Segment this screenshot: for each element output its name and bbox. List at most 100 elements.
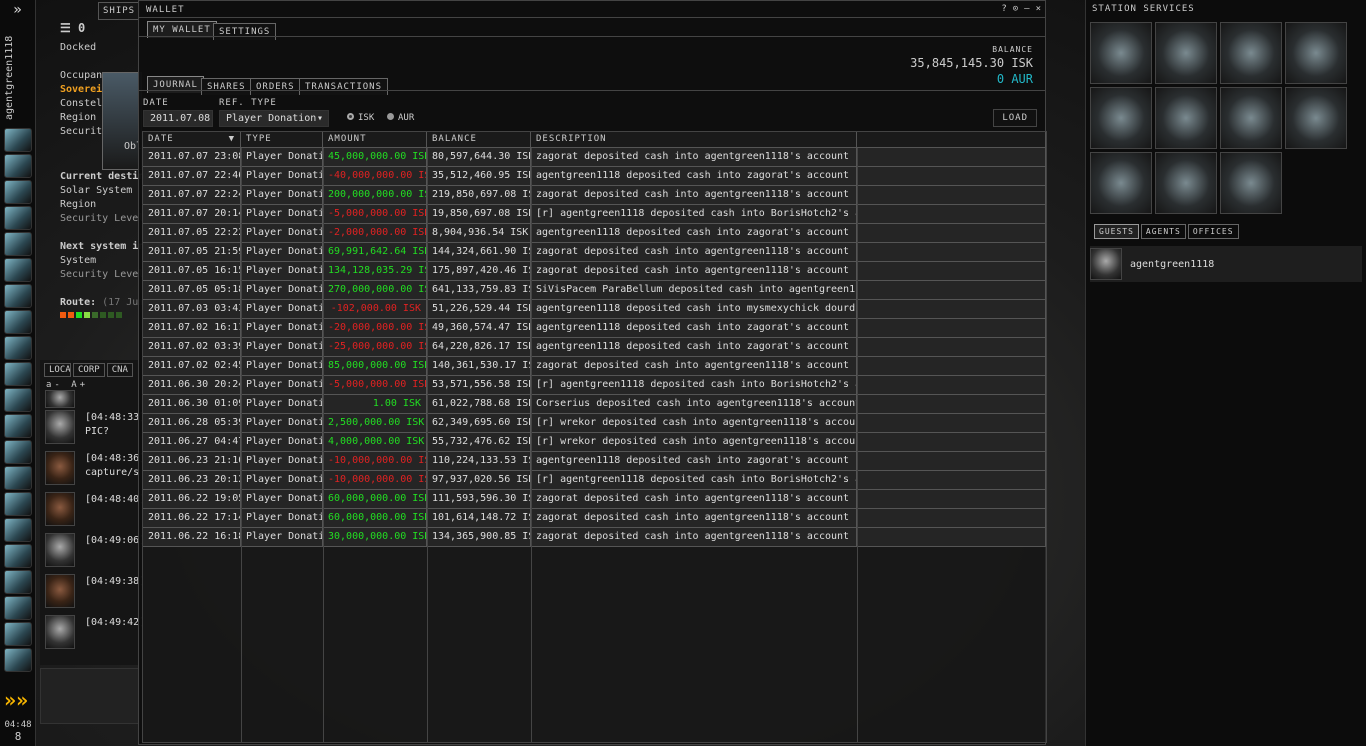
radio-aur[interactable]: AUR — [387, 113, 414, 123]
avatar[interactable] — [45, 615, 75, 649]
table-row[interactable]: 2011.06.30 20:24Player Donation-5,000,00… — [143, 376, 1046, 395]
sidebar-username[interactable]: agentgreen1118 — [4, 36, 15, 120]
tab-settings[interactable]: SETTINGS — [213, 23, 277, 40]
neocom-button-icon[interactable] — [4, 622, 32, 646]
table-row[interactable]: 2011.06.22 19:05Player Donation60,000,00… — [143, 490, 1046, 509]
table-row[interactable]: 2011.06.30 01:09Player Donation1.00 ISK6… — [143, 395, 1046, 414]
table-row[interactable]: 2011.06.28 05:39Player Donation2,500,000… — [143, 414, 1046, 433]
row-type: Player Donation — [241, 148, 323, 166]
tab-offices[interactable]: OFFICES — [1187, 224, 1239, 239]
row-date: 2011.06.22 19:05 — [143, 490, 241, 508]
neocom-button-icon[interactable] — [4, 258, 32, 282]
repair-icon[interactable] — [1155, 22, 1217, 84]
ship-image[interactable] — [102, 72, 142, 170]
minimize-icon[interactable]: – — [1024, 4, 1029, 14]
table-row[interactable]: 2011.07.03 03:43Player Donation-102,000.… — [143, 300, 1046, 319]
fitting-icon[interactable] — [1090, 87, 1152, 149]
row-type: Player Donation — [241, 243, 323, 261]
tab-shares[interactable]: SHARES — [201, 78, 252, 95]
help-icon[interactable]: ? — [1001, 4, 1006, 14]
tab-agents[interactable]: AGENTS — [1140, 224, 1186, 239]
neocom-button-icon[interactable] — [4, 596, 32, 620]
character-icon[interactable] — [1155, 152, 1217, 214]
bounty-office-icon[interactable] — [1285, 22, 1347, 84]
neocom-button-icon[interactable] — [4, 232, 32, 256]
settings-icon[interactable]: ⊙ — [1013, 4, 1018, 14]
chat-tab-local[interactable]: LOCAL — [44, 363, 71, 377]
chat-tab-cna[interactable]: CNA — [106, 363, 133, 377]
tab-orders[interactable]: ORDERS — [250, 78, 301, 95]
avatar[interactable] — [45, 451, 75, 485]
col-description[interactable]: DESCRIPTION — [531, 132, 857, 147]
neocom-button-icon[interactable] — [4, 648, 32, 672]
security-office-icon[interactable] — [1220, 22, 1282, 84]
radio-isk[interactable]: ISK — [347, 113, 374, 123]
avatar[interactable] — [45, 410, 75, 444]
table-row[interactable]: 2011.06.23 21:10Player Donation-10,000,0… — [143, 452, 1046, 471]
neocom-button-icon[interactable] — [4, 336, 32, 360]
neocom-button-icon[interactable] — [4, 492, 32, 516]
neocom-button-icon[interactable] — [4, 388, 32, 412]
table-row[interactable]: 2011.07.07 22:24Player Donation200,000,0… — [143, 186, 1046, 205]
table-row[interactable]: 2011.07.05 21:59Player Donation69,991,64… — [143, 243, 1046, 262]
neocom-button-icon[interactable] — [4, 362, 32, 386]
neocom-button-icon[interactable] — [4, 544, 32, 568]
table-row[interactable]: 2011.07.02 02:45Player Donation85,000,00… — [143, 357, 1046, 376]
table-row[interactable]: 2011.07.05 05:18Player Donation270,000,0… — [143, 281, 1046, 300]
neocom-menu-icon[interactable]: »» — [4, 688, 28, 712]
reprocessing-icon[interactable] — [1285, 87, 1347, 149]
medical-icon[interactable] — [1090, 22, 1152, 84]
table-row[interactable]: 2011.06.23 20:12Player Donation-10,000,0… — [143, 471, 1046, 490]
chat-tab-corp[interactable]: CORP — [73, 363, 105, 377]
ref-type-select[interactable]: Player Donation ▾ — [219, 110, 329, 127]
neocom-button-icon[interactable] — [4, 128, 32, 152]
neocom-button-icon[interactable] — [4, 570, 32, 594]
row-amount: -2,000,000.00 ISK — [323, 224, 427, 242]
avatar[interactable] — [45, 533, 75, 567]
neocom-button-icon[interactable] — [4, 310, 32, 334]
close-icon[interactable]: × — [1036, 4, 1041, 14]
ship-hangar-icon[interactable] — [1220, 152, 1282, 214]
table-row[interactable]: 2011.07.07 20:14Player Donation-5,000,00… — [143, 205, 1046, 224]
market-icon[interactable] — [1220, 87, 1282, 149]
ships-tab[interactable]: SHIPS — [98, 2, 141, 20]
col-balance[interactable]: BALANCE — [427, 132, 531, 147]
table-row[interactable]: 2011.07.07 23:08Player Donation45,000,00… — [143, 148, 1046, 167]
neocom-button-icon[interactable] — [4, 284, 32, 308]
neocom-button-icon[interactable] — [4, 206, 32, 230]
col-amount[interactable]: AMOUNT — [323, 132, 427, 147]
guest-item[interactable]: agentgreen1118 — [1090, 246, 1362, 282]
col-type[interactable]: TYPE — [241, 132, 323, 147]
guest-name: agentgreen1118 — [1130, 258, 1215, 270]
chat-input[interactable] — [40, 668, 140, 724]
expand-icon[interactable]: » — [0, 2, 35, 18]
avatar[interactable] — [45, 390, 75, 408]
table-row[interactable]: 2011.07.02 03:39Player Donation-25,000,0… — [143, 338, 1046, 357]
neocom-button-icon[interactable] — [4, 414, 32, 438]
tab-transactions[interactable]: TRANSACTIONS — [299, 78, 389, 95]
table-row[interactable]: 2011.07.05 16:15Player Donation134,128,0… — [143, 262, 1046, 281]
neocom-button-icon[interactable] — [4, 518, 32, 542]
neocom-button-icon[interactable] — [4, 440, 32, 464]
avatar[interactable] — [45, 574, 75, 608]
tab-guests[interactable]: GUESTS — [1094, 224, 1139, 239]
neocom-button-icon[interactable] — [4, 180, 32, 204]
table-row[interactable]: 2011.06.27 04:47Player Donation4,000,000… — [143, 433, 1046, 452]
font-size-controls[interactable]: a- A+ — [40, 380, 140, 390]
table-row[interactable]: 2011.07.02 16:11Player Donation-20,000,0… — [143, 319, 1046, 338]
table-row[interactable]: 2011.07.07 22:46Player Donation-40,000,0… — [143, 167, 1046, 186]
neocom-button-icon[interactable] — [4, 154, 32, 178]
wallet-window: WALLET ? ⊙ – × MY WALLET SETTINGS BALANC… — [138, 0, 1047, 745]
col-date[interactable]: DATE ▼ — [143, 132, 241, 147]
row-balance: 219,850,697.08 ISK — [427, 186, 531, 204]
table-row[interactable]: 2011.07.05 22:22Player Donation-2,000,00… — [143, 224, 1046, 243]
table-row[interactable]: 2011.06.22 16:18Player Donation30,000,00… — [143, 528, 1046, 547]
menu-icon[interactable]: ☰ 0 — [60, 21, 85, 35]
date-input[interactable]: 2011.07.08 — [143, 110, 213, 127]
table-row[interactable]: 2011.06.22 17:14Player Donation60,000,00… — [143, 509, 1046, 528]
clone-icon[interactable] — [1155, 87, 1217, 149]
insurance-icon[interactable] — [1090, 152, 1152, 214]
neocom-button-icon[interactable] — [4, 466, 32, 490]
avatar[interactable] — [45, 492, 75, 526]
load-button[interactable]: LOAD — [993, 109, 1037, 127]
